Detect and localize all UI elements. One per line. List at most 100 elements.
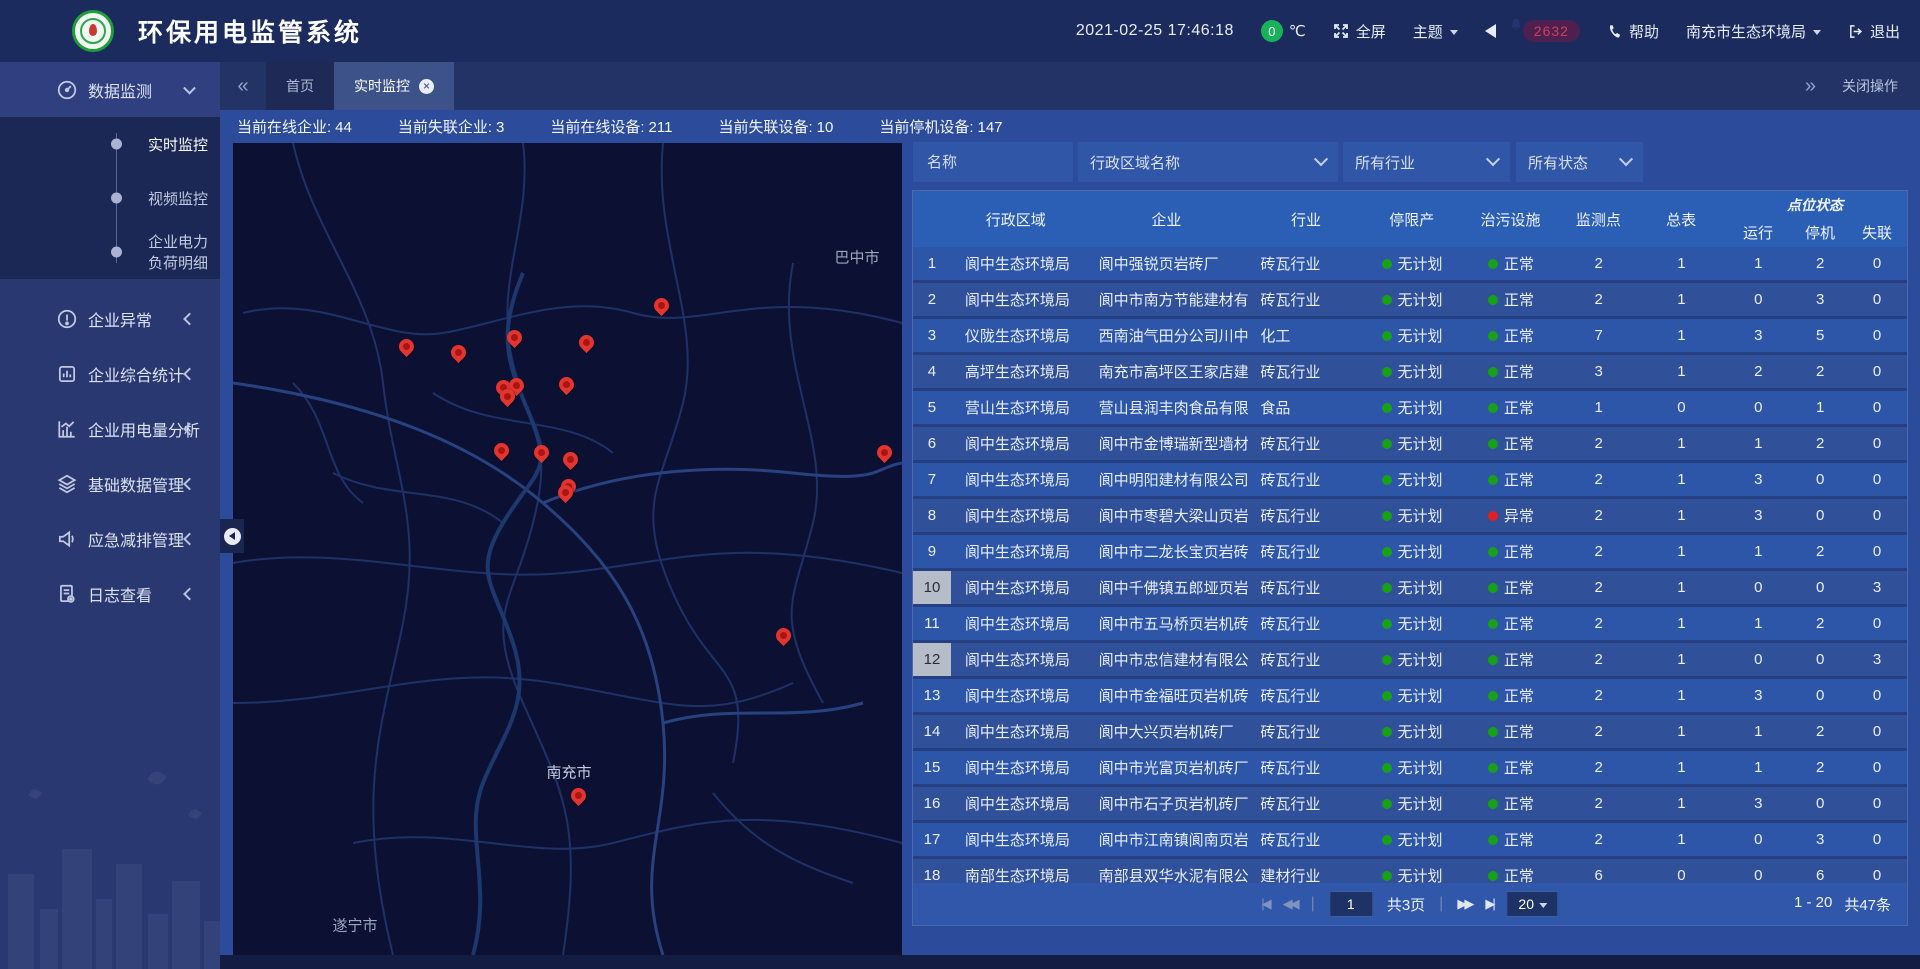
status-filter-value: 所有状态 [1528, 152, 1588, 173]
cell-treatment-status: 正常 [1464, 361, 1558, 382]
sidebar-group-6[interactable]: 应急减排管理 [0, 511, 220, 566]
status-filter-select[interactable]: 所有状态 [1516, 142, 1643, 182]
page-size-select[interactable]: 20 [1507, 891, 1559, 917]
last-page-icon[interactable]: ▶| [1485, 896, 1492, 912]
header-停限产: 停限产 [1360, 191, 1464, 247]
table-row[interactable]: 9阆中生态环境局阆中市二龙长宝页岩砖砖瓦行业无计划正常21120 [913, 535, 1907, 571]
fullscreen-button[interactable]: 全屏 [1333, 21, 1386, 42]
tab-realtime-label: 实时监控 [354, 76, 410, 96]
map-panel[interactable]: 巴中市南充市遂宁市 [233, 143, 902, 955]
stat-value: 10 [817, 119, 834, 136]
status-dot-icon [1382, 331, 1392, 341]
logout-button[interactable]: 退出 [1848, 21, 1900, 42]
sidebar-group-3[interactable]: 企业综合统计 [0, 346, 220, 401]
top-header-bar: 环保用电监管系统 2021-02-25 17:46:18 0 ℃ 全屏 主题 2… [0, 0, 1920, 62]
theme-dropdown[interactable]: 主题 [1413, 21, 1458, 42]
table-body: 1阆中生态环境局阆中强锐页岩砖厂砖瓦行业无计划正常211202阆中生态环境局阆中… [913, 247, 1907, 883]
cell-stopped: 2 [1793, 615, 1847, 632]
header-group-subs: 运行停机失联 [1723, 222, 1907, 243]
header-行业: 行业 [1252, 191, 1360, 247]
sidebar-item-视频监控[interactable]: 视频监控 [0, 171, 220, 225]
sidebar-group-1[interactable]: 数据监测 [0, 62, 220, 117]
sidebar-item-企业电力负荷明细[interactable]: 企业电力负荷明细 [0, 225, 220, 279]
name-filter-input[interactable] [925, 153, 1061, 172]
table-row[interactable]: 17阆中生态环境局阆中市江南镇阆南页岩砖瓦行业无计划正常21030 [913, 823, 1907, 859]
industry-filter-select[interactable]: 所有行业 [1343, 142, 1510, 182]
table-row[interactable]: 15阆中生态环境局阆中市光富页岩机砖厂砖瓦行业无计划正常21120 [913, 751, 1907, 787]
status-text: 无计划 [1398, 289, 1443, 310]
cell-monitor-points: 2 [1558, 507, 1640, 524]
table-row[interactable]: 18南部生态环境局南部县双华水泥有限公建材行业无计划正常60060 [913, 859, 1907, 883]
table-row[interactable]: 12阆中生态环境局阆中市忠信建材有限公砖瓦行业无计划正常21003 [913, 643, 1907, 679]
first-page-icon[interactable]: |◀ [1261, 896, 1268, 912]
table-row[interactable]: 8阆中生态环境局阆中市枣碧大梁山页岩砖瓦行业无计划异常21300 [913, 499, 1907, 535]
cell-total-meters: 1 [1640, 615, 1724, 632]
table-row[interactable]: 5营山生态环境局营山县润丰肉食品有限食品无计划正常10010 [913, 391, 1907, 427]
tab-home[interactable]: 首页 [266, 62, 334, 110]
cell-running: 3 [1723, 471, 1793, 488]
cell-index: 16 [913, 795, 951, 812]
cell-total-meters: 1 [1640, 795, 1724, 812]
cell-industry: 砖瓦行业 [1252, 793, 1360, 814]
map-roads [233, 143, 902, 955]
next-page-icon[interactable]: ▶▶ [1457, 896, 1471, 912]
table-row[interactable]: 2阆中生态环境局阆中市南方节能建材有砖瓦行业无计划正常21030 [913, 283, 1907, 319]
cell-company: 南充市高坪区王家店建 [1081, 361, 1253, 382]
status-text: 正常 [1504, 649, 1534, 670]
status-dot-icon [1488, 835, 1498, 845]
tab-scroll-right-icon[interactable]: » [1805, 75, 1816, 98]
close-operations-button[interactable]: 关闭操作 [1842, 76, 1898, 96]
table-row[interactable]: 13阆中生态环境局阆中市金福旺页岩机砖砖瓦行业无计划正常21300 [913, 679, 1907, 715]
speaker-icon[interactable] [1485, 24, 1496, 38]
cell-stopped: 1 [1793, 399, 1847, 416]
table-row[interactable]: 16阆中生态环境局阆中市石子页岩机砖厂砖瓦行业无计划正常21300 [913, 787, 1907, 823]
sidebar-group-4[interactable]: 企业用电量分析 [0, 401, 220, 456]
cell-industry: 砖瓦行业 [1252, 505, 1360, 526]
cell-production-status: 无计划 [1360, 865, 1464, 883]
sidebar-item-实时监控[interactable]: 实时监控 [0, 117, 220, 171]
table-row[interactable]: 3仪陇生态环境局西南油气田分公司川中化工无计划正常71350 [913, 319, 1907, 355]
table-row[interactable]: 10阆中生态环境局阆中千佛镇五郎垭页岩砖瓦行业无计划正常21003 [913, 571, 1907, 607]
region-filter-select[interactable]: 行政区域名称 [1078, 142, 1338, 182]
table-row[interactable]: 14阆中生态环境局阆中大兴页岩机砖厂砖瓦行业无计划正常21120 [913, 715, 1907, 751]
table-row[interactable]: 1阆中生态环境局阆中强锐页岩砖厂砖瓦行业无计划正常21120 [913, 247, 1907, 283]
cell-running: 0 [1723, 651, 1793, 668]
tab-close-icon[interactable] [419, 79, 434, 94]
help-button[interactable]: 帮助 [1607, 21, 1659, 42]
cell-region: 阆中生态环境局 [951, 433, 1081, 454]
table-row[interactable]: 4高坪生态环境局南充市高坪区王家店建砖瓦行业无计划正常31220 [913, 355, 1907, 391]
sidebar-group-5[interactable]: 基础数据管理 [0, 456, 220, 511]
status-text: 正常 [1504, 325, 1534, 346]
tab-scroll-left-icon[interactable]: « [220, 62, 266, 110]
table-row[interactable]: 6阆中生态环境局阆中市金博瑞新型墙材砖瓦行业无计划正常21120 [913, 427, 1907, 463]
cell-company: 西南油气田分公司川中 [1081, 325, 1253, 346]
cell-index: 13 [913, 687, 951, 704]
city-label-巴中市: 巴中市 [834, 247, 879, 268]
cell-region: 阆中生态环境局 [951, 757, 1081, 778]
page-number-input[interactable] [1329, 891, 1373, 917]
tab-actions: » 关闭操作 [1805, 62, 1920, 110]
enterprise-table-panel: 行政区域企业行业停限产治污设施监测点总表点位状态运行停机失联 1阆中生态环境局阆… [912, 190, 1908, 926]
tab-realtime-monitor[interactable]: 实时监控 [334, 62, 454, 110]
layers-icon [56, 473, 78, 495]
sidebar-group-7[interactable]: 日志查看 [0, 566, 220, 621]
sidebar-group-2[interactable]: 企业异常 [0, 291, 220, 346]
temperature-badge: 0 [1261, 20, 1283, 42]
prev-page-icon[interactable]: ◀◀ [1283, 896, 1297, 912]
status-dot-icon [1382, 871, 1392, 881]
table-row[interactable]: 11阆中生态环境局阆中市五马桥页岩机砖砖瓦行业无计划正常21120 [913, 607, 1907, 643]
cell-treatment-status: 正常 [1464, 757, 1558, 778]
org-dropdown[interactable]: 南充市生态环境局 [1686, 21, 1821, 42]
sidebar-collapse-handle[interactable] [220, 519, 244, 553]
notification-area[interactable]: 2632 [1523, 20, 1580, 42]
status-dot-icon [1488, 583, 1498, 593]
header-总表: 总表 [1639, 191, 1723, 247]
cell-total-meters: 1 [1640, 327, 1724, 344]
cell-total-meters: 1 [1640, 579, 1724, 596]
cell-stopped: 0 [1793, 687, 1847, 704]
cell-industry: 食品 [1252, 397, 1360, 418]
chevron-left-icon [185, 374, 194, 383]
status-dot-icon [1382, 583, 1392, 593]
table-row[interactable]: 7阆中生态环境局阆中明阳建材有限公司砖瓦行业无计划正常21300 [913, 463, 1907, 499]
cell-running: 0 [1723, 399, 1793, 416]
